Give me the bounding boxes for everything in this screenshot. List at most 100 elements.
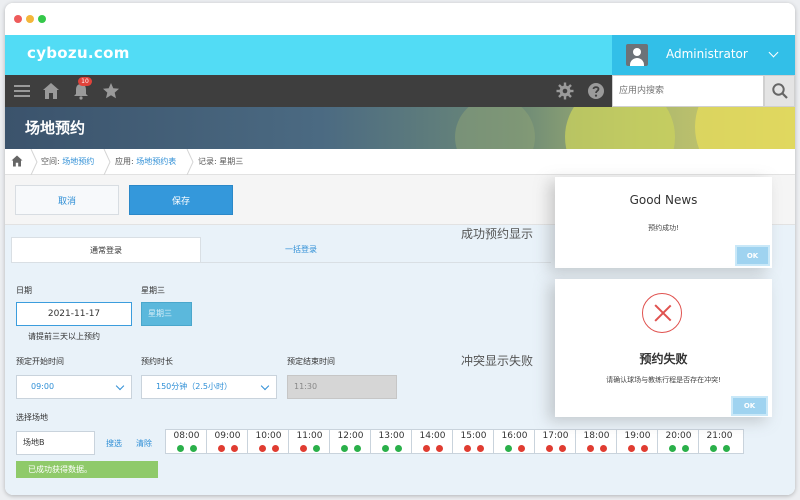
booked-dot (518, 445, 525, 452)
cybozu-logo[interactable]: cybozu.com (27, 44, 130, 62)
timeline-slot[interactable]: 17:00 (535, 430, 576, 454)
breadcrumb: 空间: 场地预约 应用: 场地预约表 记录: 星期三 (5, 149, 795, 175)
cancel-button[interactable]: 取消 (15, 185, 119, 215)
timeline-slot[interactable]: 10:00 (248, 430, 289, 454)
user-menu[interactable]: Administrator (612, 35, 795, 75)
end-time-field: 11:30 (287, 375, 397, 399)
timeline-slot-time: 16:00 (501, 431, 528, 441)
timeline-slot[interactable]: 11:00 (289, 430, 330, 454)
success-ok-button[interactable]: OK (735, 245, 770, 266)
timeline-slot[interactable]: 15:00 (453, 430, 494, 454)
date-field[interactable]: 2021-11-17 (16, 302, 132, 326)
timeline-slot[interactable]: 09:00 (207, 430, 248, 454)
home-icon[interactable] (11, 155, 23, 167)
booked-dot (628, 445, 635, 452)
start-time-select[interactable]: 09:00 (16, 375, 132, 399)
timeline-slot[interactable]: 16:00 (494, 430, 535, 454)
start-time-label: 预定开始时间 (16, 357, 64, 366)
star-icon[interactable] (102, 82, 120, 100)
weekday-label: 星期三 (141, 286, 165, 295)
breadcrumb-space[interactable]: 空间: 场地预约 (41, 156, 94, 167)
search-venue-link[interactable]: 搜选 (106, 438, 122, 449)
failure-ok-button[interactable]: OK (731, 396, 768, 416)
booked-dot (300, 445, 307, 452)
end-time-label: 预定结束时间 (287, 357, 335, 366)
close-window-button[interactable] (14, 15, 22, 23)
timeline-slot[interactable]: 21:00 (699, 430, 740, 454)
tab-normal-registration[interactable]: 通常登录 (11, 237, 201, 263)
user-avatar-icon (626, 44, 648, 66)
timeline-slot-time: 11:00 (296, 431, 323, 441)
chevron-down-icon (260, 381, 270, 391)
home-icon[interactable] (42, 82, 60, 100)
success-caption: 成功预约显示 (461, 227, 534, 241)
timeline-slot[interactable]: 14:00 (412, 430, 453, 454)
booked-dot (259, 445, 266, 452)
breadcrumb-app[interactable]: 应用: 场地预约表 (115, 156, 176, 167)
gear-icon[interactable] (556, 82, 574, 100)
timeline-slot-time: 10:00 (255, 431, 282, 441)
success-message: 已成功获得数据。 (16, 461, 158, 478)
timeline-slot-time: 12:00 (337, 431, 364, 441)
weekday-field: 星期三 (141, 302, 192, 326)
available-dot (313, 445, 320, 452)
venue-field[interactable]: 场地B (16, 431, 95, 455)
search-icon (772, 83, 788, 99)
brand-bar: cybozu.com Administrator (5, 35, 795, 75)
booked-dot (231, 445, 238, 452)
available-dot (395, 445, 402, 452)
venue-label: 选择场地 (16, 413, 48, 422)
chevron-down-icon[interactable] (768, 47, 779, 58)
timeline-slot[interactable]: 08:00 (166, 430, 207, 454)
breadcrumb-separator-icon (103, 149, 111, 175)
start-time-value: 09:00 (31, 382, 55, 391)
duration-select[interactable]: 150分钟（2.5小时） (141, 375, 277, 399)
available-dot (710, 445, 717, 452)
timeline-slot[interactable]: 18:00 (576, 430, 617, 454)
available-dot (190, 445, 197, 452)
save-button[interactable]: 保存 (129, 185, 233, 215)
search-button[interactable] (764, 75, 795, 107)
banner-decoration (695, 107, 795, 149)
success-dialog: Good News 预约成功! OK (555, 177, 772, 268)
menu-icon[interactable] (13, 82, 31, 100)
tab-bulk-registration[interactable]: 一括登录 (201, 237, 401, 263)
timeline-slot[interactable]: 20:00 (658, 430, 699, 454)
search-input[interactable] (613, 76, 763, 106)
breadcrumb-separator-icon (30, 149, 38, 175)
booking-hint: 请提前三天以上预约 (28, 332, 100, 341)
timeline-slot-time: 09:00 (214, 431, 241, 441)
space-banner: 场地预约 (5, 107, 795, 149)
timeline-slot-time: 21:00 (706, 431, 733, 441)
help-icon[interactable] (587, 82, 605, 100)
timeline-slot[interactable]: 12:00 (330, 430, 371, 454)
booked-dot (600, 445, 607, 452)
timeline-slot[interactable]: 19:00 (617, 430, 658, 454)
success-dialog-title: Good News (629, 193, 698, 207)
available-dot (177, 445, 184, 452)
notification-badge: 10 (78, 77, 92, 86)
booked-dot (218, 445, 225, 452)
available-dot (341, 445, 348, 452)
breadcrumb-record: 记录: 星期三 (198, 157, 244, 166)
timeline-slot-time: 13:00 (378, 431, 405, 441)
duration-value: 150分钟（2.5小时） (156, 382, 232, 391)
tab-divider (11, 262, 551, 263)
booked-dot (436, 445, 443, 452)
banner-decoration (565, 107, 675, 149)
failure-dialog-message: 请确认球场与教练行程是否存在冲突! (606, 376, 721, 384)
banner-decoration (455, 107, 535, 149)
available-dot (682, 445, 689, 452)
timeline-slot-time: 15:00 (460, 431, 487, 441)
timeline-slot-time: 14:00 (419, 431, 446, 441)
timeline-slot[interactable]: 13:00 (371, 430, 412, 454)
available-dot (382, 445, 389, 452)
clear-venue-link[interactable]: 清除 (136, 438, 152, 449)
title-bar (5, 3, 795, 35)
breadcrumb-separator-icon (186, 149, 194, 175)
chevron-down-icon (115, 381, 125, 391)
maximize-window-button[interactable] (38, 15, 46, 23)
minimize-window-button[interactable] (26, 15, 34, 23)
timeline-slot-time: 20:00 (665, 431, 692, 441)
failure-dialog-title: 预约失败 (639, 352, 688, 366)
